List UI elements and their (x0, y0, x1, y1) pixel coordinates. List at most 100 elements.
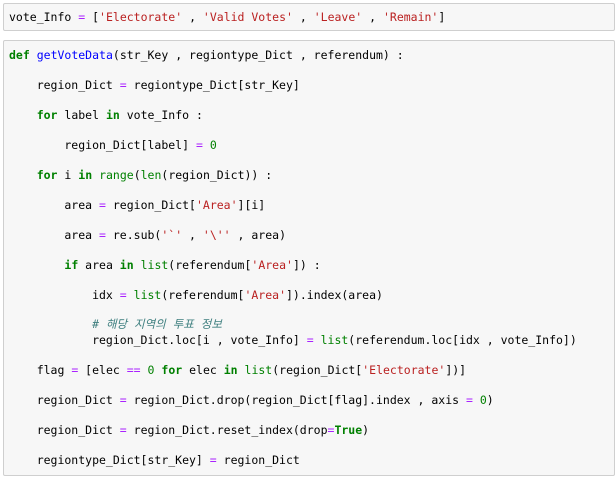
code-token: [ (85, 10, 100, 24)
code-token: ]).index(area) (286, 288, 383, 302)
code-token: '`' (161, 228, 183, 242)
code-token: for (36, 168, 58, 182)
code-line: regiontype_Dict[str_Key] = region_Dict (9, 452, 300, 468)
code-token: (referendum[ (161, 288, 245, 302)
code-token: region_Dict (9, 393, 120, 407)
code-token: = (119, 393, 127, 407)
code-token: len (140, 168, 162, 182)
code-token: if (64, 258, 79, 272)
code-token: region_Dict.loc[i , vote_Info] (9, 333, 307, 347)
code-token: (str_Key , regiontype_Dict , referendum)… (112, 48, 404, 62)
code-line: for label in vote_Info : (9, 107, 203, 123)
code-token: list (133, 288, 162, 302)
code-token: for (161, 363, 183, 377)
code-token: region_Dict.reset_index(drop (126, 423, 328, 437)
code-token: = (99, 198, 106, 212)
code-token: 'Electorate' (362, 363, 446, 377)
code-token: label (57, 108, 106, 122)
code-token: 0 (479, 393, 487, 407)
code-line: region_Dict = region_Dict.reset_index(dr… (9, 422, 369, 438)
code-token: 'Area' (251, 258, 293, 272)
code-token: getVoteData (36, 48, 113, 62)
code-token: list (140, 258, 169, 272)
code-token: regiontype_Dict[str_Key] (126, 78, 300, 92)
code-line: region_Dict = regiontype_Dict[str_Key] (9, 77, 300, 93)
code-token: = (99, 228, 106, 242)
code-token: range (99, 168, 134, 182)
code-token: elec (182, 363, 224, 377)
code-token: , area) (230, 228, 286, 242)
code-token: vote_Info (9, 10, 79, 24)
code-token: = (119, 423, 127, 437)
code-token: for (36, 108, 58, 122)
code-token: , (182, 228, 203, 242)
code-token: region_Dict[label] (9, 138, 196, 152)
code-token: = (306, 333, 314, 347)
code-token: re.sub( (105, 228, 162, 242)
code-token: region_Dict.drop(region_Dict[flag].index… (126, 393, 466, 407)
code-token: 'Leave' (313, 10, 363, 24)
code-token: (referendum[ (168, 258, 252, 272)
code-line: if area in list(referendum['Area']) : (9, 257, 320, 273)
code-token: regiontype_Dict[str_Key] (9, 453, 210, 467)
code-token: list (244, 363, 273, 377)
code-token: area (9, 198, 100, 212)
code-token: region_Dict (9, 423, 120, 437)
code-token: (referendum.loc[idx , vote_Info]) (348, 333, 577, 347)
code-line: region_Dict[label] = 0 (9, 137, 217, 153)
code-token: i (57, 168, 79, 182)
code-token: 'Area' (195, 198, 238, 212)
code-line: region_Dict.loc[i , vote_Info] = list(re… (9, 332, 577, 348)
code-token: = (195, 138, 203, 152)
code-token: flag (9, 363, 72, 377)
code-cell-get-vote-data[interactable]: def getVoteData(str_Key , regiontype_Dic… (3, 40, 615, 476)
code-token: # 해당 지역의 투표 정보 (92, 317, 222, 331)
code-token: [elec (78, 363, 127, 377)
code-line: flag = [elec == 0 for elec in list(regio… (9, 362, 466, 378)
code-token: in (78, 168, 93, 182)
code-token: == (126, 363, 141, 377)
code-token: area (9, 228, 100, 242)
code-token: = (465, 393, 473, 407)
code-token: in (223, 363, 238, 377)
code-token: '\'' (202, 228, 231, 242)
code-token: (region_Dict[ (272, 363, 363, 377)
code-line: # 해당 지역의 투표 정보 (9, 316, 222, 332)
code-token: area (78, 258, 120, 272)
code-cell-vote-info[interactable]: vote_Info = ['Electorate' , 'Valid Votes… (3, 3, 615, 31)
code-token: = (209, 453, 217, 467)
code-token: True (334, 423, 363, 437)
code-token: region_Dict[ (105, 198, 196, 212)
code-token: region_Dict (9, 78, 120, 92)
code-token: , (292, 10, 314, 24)
code-token: 'Electorate' (99, 10, 183, 24)
code-token: , (182, 10, 203, 24)
code-token: in (119, 258, 134, 272)
code-line: area = re.sub('`' , '\'' , area) (9, 227, 286, 243)
code-line: idx = list(referendum['Area']).index(are… (9, 287, 383, 303)
code-line: area = region_Dict['Area'][i] (9, 197, 265, 213)
code-token: ][i] (237, 198, 266, 212)
code-line: def getVoteData(str_Key , regiontype_Dic… (9, 47, 404, 63)
code-token: ( (133, 168, 141, 182)
code-token: def (9, 48, 30, 62)
code-token: 0 (209, 138, 217, 152)
code-line: region_Dict = region_Dict.drop(region_Di… (9, 392, 494, 408)
code-token: ])] (445, 363, 467, 377)
code-token: = (119, 78, 127, 92)
code-token: (region_Dict)) : (161, 168, 273, 182)
code-token: = (119, 288, 127, 302)
code-line: for i in range(len(region_Dict)) : (9, 167, 272, 183)
code-token: ] (438, 10, 446, 24)
